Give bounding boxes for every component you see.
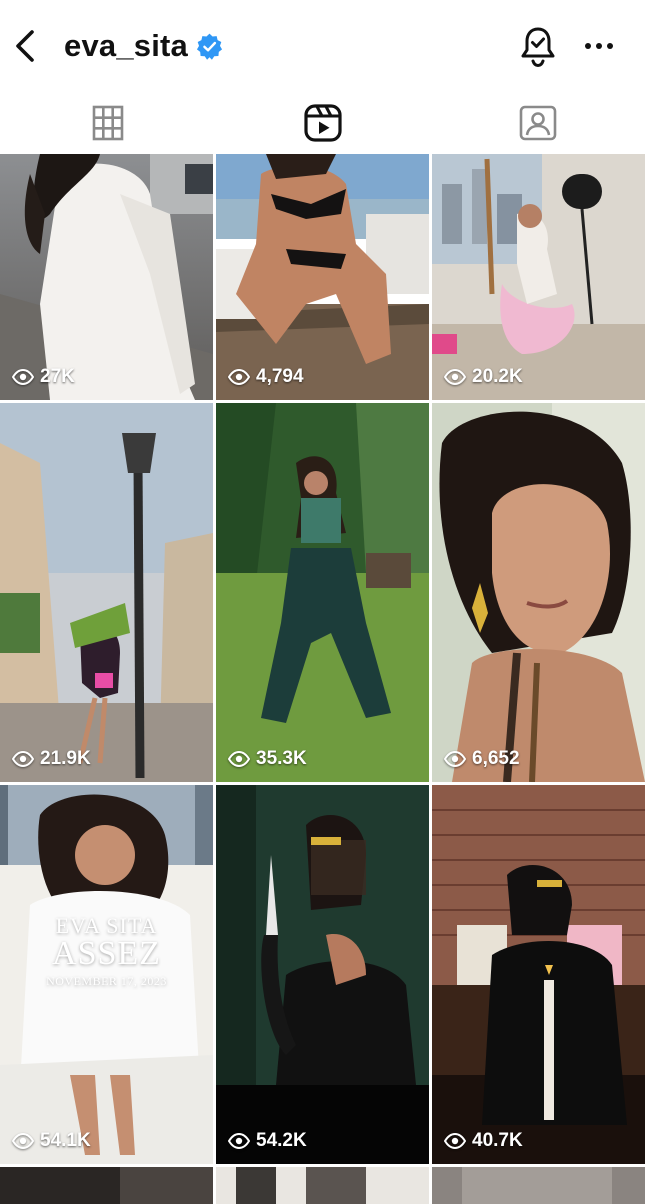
view-count-label: 20.2K: [472, 366, 523, 387]
reel-thumbnail: [216, 403, 429, 782]
eye-icon: [12, 369, 34, 385]
eye-icon: [12, 751, 34, 767]
profile-header: eva_sita: [0, 0, 645, 92]
reel-tile[interactable]: EVA SITA ASSEZ NOVEMBER 17, 2023 54.1K: [0, 785, 213, 1164]
reel-overlay-title: ASSEZ: [52, 935, 161, 972]
view-count-label: 35.3K: [256, 748, 307, 769]
reel-thumbnail: [432, 1167, 645, 1204]
reel-thumbnail: [0, 1167, 213, 1204]
reel-tile[interactable]: 27K: [0, 154, 213, 400]
reel-thumbnail: [0, 403, 213, 782]
view-count-label: 54.1K: [40, 1130, 91, 1151]
reel-tile[interactable]: 21.9K: [0, 403, 213, 782]
eye-icon: [444, 369, 466, 385]
reel-tile[interactable]: 6,652: [432, 403, 645, 782]
more-horizontal-icon: [585, 43, 613, 49]
reel-tile[interactable]: 40.7K: [432, 785, 645, 1164]
chevron-left-icon: [16, 30, 34, 62]
reel-overlay-date: NOVEMBER 17, 2023: [46, 974, 167, 988]
reel-tile[interactable]: [216, 1167, 429, 1204]
eye-icon: [228, 369, 250, 385]
view-count: 21.9K: [12, 748, 91, 770]
tab-posts-grid[interactable]: [0, 92, 215, 154]
view-count: 54.2K: [228, 1130, 307, 1152]
view-count-label: 21.9K: [40, 748, 91, 769]
reel-tile[interactable]: 20.2K: [432, 154, 645, 400]
view-count: 54.1K: [12, 1130, 91, 1152]
reel-thumbnail: [216, 785, 429, 1164]
view-count: 27K: [12, 366, 75, 388]
more-options-button[interactable]: [582, 34, 616, 58]
reel-thumbnail: [0, 154, 213, 400]
reel-thumbnail: [432, 154, 645, 400]
verified-badge-icon: [196, 33, 223, 60]
view-count: 6,652: [444, 748, 520, 770]
tab-reels[interactable]: [215, 92, 430, 154]
reel-thumbnail: [432, 403, 645, 782]
tagged-person-icon: [519, 105, 556, 141]
eye-icon: [444, 1133, 466, 1149]
reel-tile[interactable]: [0, 1167, 213, 1204]
reel-tile[interactable]: 54.2K: [216, 785, 429, 1164]
back-button[interactable]: [10, 26, 44, 66]
profile-title: eva_sita: [64, 26, 223, 66]
view-count-label: 6,652: [472, 748, 520, 769]
view-count: 40.7K: [444, 1130, 523, 1152]
view-count-label: 27K: [40, 366, 75, 387]
view-count: 20.2K: [444, 366, 523, 388]
grid-icon: [92, 105, 123, 141]
profile-tabs: [0, 92, 645, 154]
eye-icon: [228, 751, 250, 767]
reel-tile[interactable]: [432, 1167, 645, 1204]
view-count: 35.3K: [228, 748, 307, 770]
eye-icon: [228, 1133, 250, 1149]
reel-tile[interactable]: 4,794: [216, 154, 429, 400]
view-count-label: 4,794: [256, 366, 304, 387]
eye-icon: [444, 751, 466, 767]
tab-tagged[interactable]: [430, 92, 645, 154]
reel-thumbnail: [216, 154, 429, 400]
reels-grid: 27K 4,794 20.2K 21.9K 35.3K 6,652 EVA SI…: [0, 154, 645, 1204]
reels-icon: [303, 104, 342, 142]
view-count: 4,794: [228, 366, 304, 388]
view-count-label: 40.7K: [472, 1130, 523, 1151]
view-count-label: 54.2K: [256, 1130, 307, 1151]
reel-thumbnail: [432, 785, 645, 1164]
username: eva_sita: [64, 28, 188, 63]
bell-check-icon: [521, 27, 555, 68]
notifications-button[interactable]: [518, 24, 558, 68]
reel-thumbnail: [216, 1167, 429, 1204]
eye-icon: [12, 1133, 34, 1149]
reel-tile[interactable]: 35.3K: [216, 403, 429, 782]
